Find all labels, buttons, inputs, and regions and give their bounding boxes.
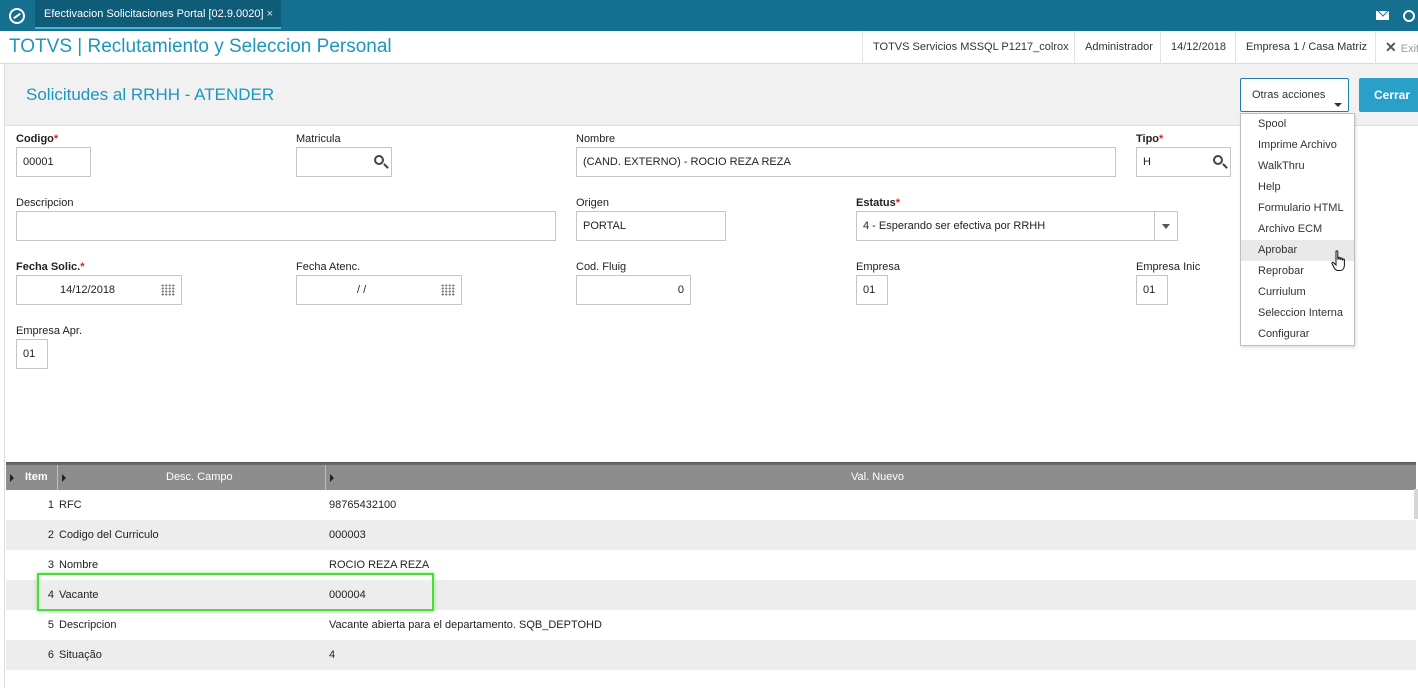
nombre-label: Nombre (576, 133, 616, 145)
menu-item[interactable]: Imprime Archivo (1241, 135, 1354, 156)
otras-acciones-label: Otras acciones (1252, 89, 1326, 101)
table-row[interactable]: 6 Situação 4 (6, 640, 1416, 670)
empresa-inic-label: Empresa Inic (1136, 261, 1201, 273)
descripcion-label: Descripcion (16, 197, 74, 209)
chevron-down-icon (1162, 224, 1170, 229)
empresa-inic-field[interactable]: 01 (1136, 275, 1168, 305)
tipo-label: Tipo* (1136, 133, 1164, 145)
environment-info: TOTVS Servicios MSSQL P1217_colrox (862, 31, 1079, 64)
otras-acciones-button[interactable]: Otras acciones (1240, 78, 1349, 112)
table-row[interactable]: 2 Codigo del Curriculo 000003 (6, 520, 1416, 550)
menu-item[interactable]: Formulario HTML (1241, 198, 1354, 219)
menu-item[interactable]: Curriulum (1241, 282, 1354, 303)
codigo-field[interactable]: 00001 (16, 147, 91, 177)
chevron-down-icon (1334, 103, 1342, 107)
tipo-field[interactable]: H (1136, 147, 1231, 177)
form-title-bar: Solicitudes al RRHH - ATENDER (5, 64, 1418, 126)
menu-item[interactable]: Seleccion Interna (1241, 303, 1354, 324)
highlight-box (37, 573, 434, 611)
menu-item[interactable]: Help (1241, 177, 1354, 198)
tab-close-icon[interactable]: × (267, 0, 273, 28)
cell-val-nuevo: 4 (329, 649, 336, 661)
origen-field[interactable]: PORTAL (576, 211, 726, 241)
sort-arrow-icon (330, 474, 334, 482)
app-header: TOTVS | Reclutamiento y Seleccion Person… (0, 31, 1418, 64)
cell-desc-campo: Codigo del Curriculo (59, 529, 159, 541)
search-icon[interactable] (374, 155, 384, 165)
left-border (4, 64, 5, 688)
grid-scrollbar[interactable] (1414, 489, 1418, 519)
matricula-field[interactable] (296, 147, 392, 177)
column-header-item[interactable]: Item (6, 465, 58, 490)
descripcion-field[interactable] (16, 211, 556, 241)
close-icon: ✕ (1385, 39, 1397, 55)
form-title: Solicitudes al RRHH - ATENDER (26, 85, 275, 104)
table-row[interactable]: 5 Descripcion Vacante abierta para el depa… (6, 610, 1416, 640)
cell-val-nuevo: Vacante abierta para el departamento. SQ… (329, 619, 602, 631)
grid-header: Item Desc. Campo Val. Nuevo (6, 463, 1416, 490)
fecha-atenc-field[interactable]: / / (296, 275, 462, 305)
cell-item: 5 (47, 619, 54, 631)
cerrar-button[interactable]: Cerrar (1359, 78, 1418, 112)
sort-arrow-icon (62, 474, 66, 482)
cell-desc-campo: Situação (59, 649, 102, 661)
search-icon[interactable] (1213, 155, 1223, 165)
menu-item[interactable]: WalkThru (1241, 156, 1354, 177)
top-tab-bar: Efectivacion Solicitaciones Portal [02.9… (0, 0, 1418, 31)
fecha-solic-field[interactable]: 14/12/2018 (16, 275, 182, 305)
cell-desc-campo: Descripcion (59, 619, 117, 631)
calendar-icon[interactable] (161, 284, 175, 296)
estatus-select[interactable]: 4 - Esperando ser efectiva por RRHH (856, 211, 1178, 241)
cod-fluig-field[interactable]: 0 (576, 275, 691, 305)
cell-val-nuevo: 000003 (329, 529, 366, 541)
nombre-field[interactable]: (CAND. EXTERNO) - ROCIO REZA REZA (576, 147, 1116, 177)
exit-label: Exit (1400, 43, 1418, 55)
date-info: 14/12/2018 (1160, 31, 1236, 64)
cell-val-nuevo: 98765432100 (329, 499, 397, 511)
menu-item[interactable]: Configurar (1241, 324, 1354, 345)
menu-item[interactable]: Spool (1241, 114, 1354, 135)
company-info: Empresa 1 / Casa Matriz (1235, 31, 1377, 64)
otras-acciones-menu: Spool Imprime Archivo WalkThru Help Formular… (1240, 113, 1355, 346)
empresa-apr-label: Empresa Apr. (16, 325, 83, 337)
cell-item: 2 (47, 529, 54, 541)
tab-efectivacion[interactable]: Efectivacion Solicitaciones Portal [02.9… (35, 0, 281, 29)
totvs-logo-icon[interactable] (0, 0, 34, 31)
origen-label: Origen (576, 197, 610, 209)
empresa-apr-field[interactable]: 01 (16, 339, 48, 369)
codigo-label: Codigo* (16, 133, 59, 145)
fecha-solic-label: Fecha Solic.* (16, 261, 85, 273)
calendar-icon[interactable] (441, 284, 455, 296)
user-info: Administrador (1074, 31, 1163, 64)
hand-cursor-icon (1331, 250, 1345, 271)
column-header-desc-campo[interactable]: Desc. Campo (58, 465, 326, 490)
fecha-atenc-label: Fecha Atenc. (296, 261, 361, 273)
mail-icon[interactable] (1366, 0, 1398, 31)
empresa-field[interactable]: 01 (856, 275, 888, 305)
search-icon[interactable] (1399, 0, 1418, 31)
matricula-label: Matricula (296, 133, 341, 145)
table-row[interactable]: 1 RFC 98765432100 (6, 490, 1416, 520)
menu-item[interactable]: Archivo ECM (1241, 219, 1354, 240)
tab-title: Efectivacion Solicitaciones Portal [02.9… (44, 8, 264, 20)
empresa-label: Empresa (856, 261, 901, 273)
cell-item: 6 (47, 649, 54, 661)
cell-item: 1 (47, 499, 54, 511)
cod-fluig-label: Cod. Fluig (576, 261, 627, 273)
column-header-val-nuevo[interactable]: Val. Nuevo (326, 465, 1416, 490)
exit-button[interactable]: ✕ Exit (1375, 31, 1418, 64)
sort-arrow-icon (10, 474, 14, 482)
app-title: TOTVS | Reclutamiento y Seleccion Person… (9, 36, 392, 57)
estatus-label: Estatus* (856, 197, 901, 209)
cell-desc-campo: RFC (59, 499, 82, 511)
